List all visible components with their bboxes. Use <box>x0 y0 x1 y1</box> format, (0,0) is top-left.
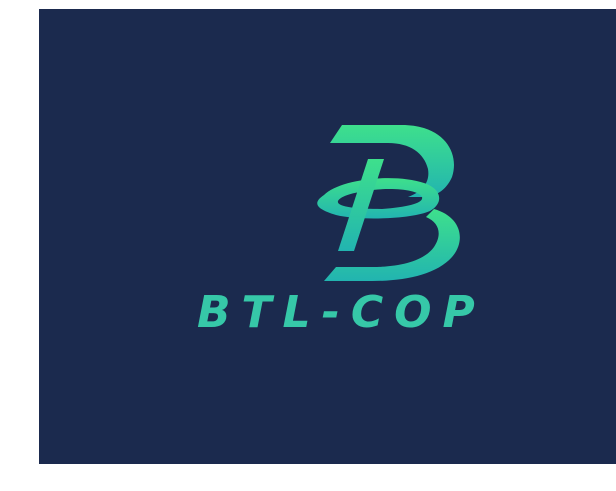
stylized-b-ring-icon <box>317 125 460 281</box>
logo-canvas: BTL-COP <box>39 9 616 464</box>
brand-wordmark: BTL-COP <box>197 287 486 338</box>
